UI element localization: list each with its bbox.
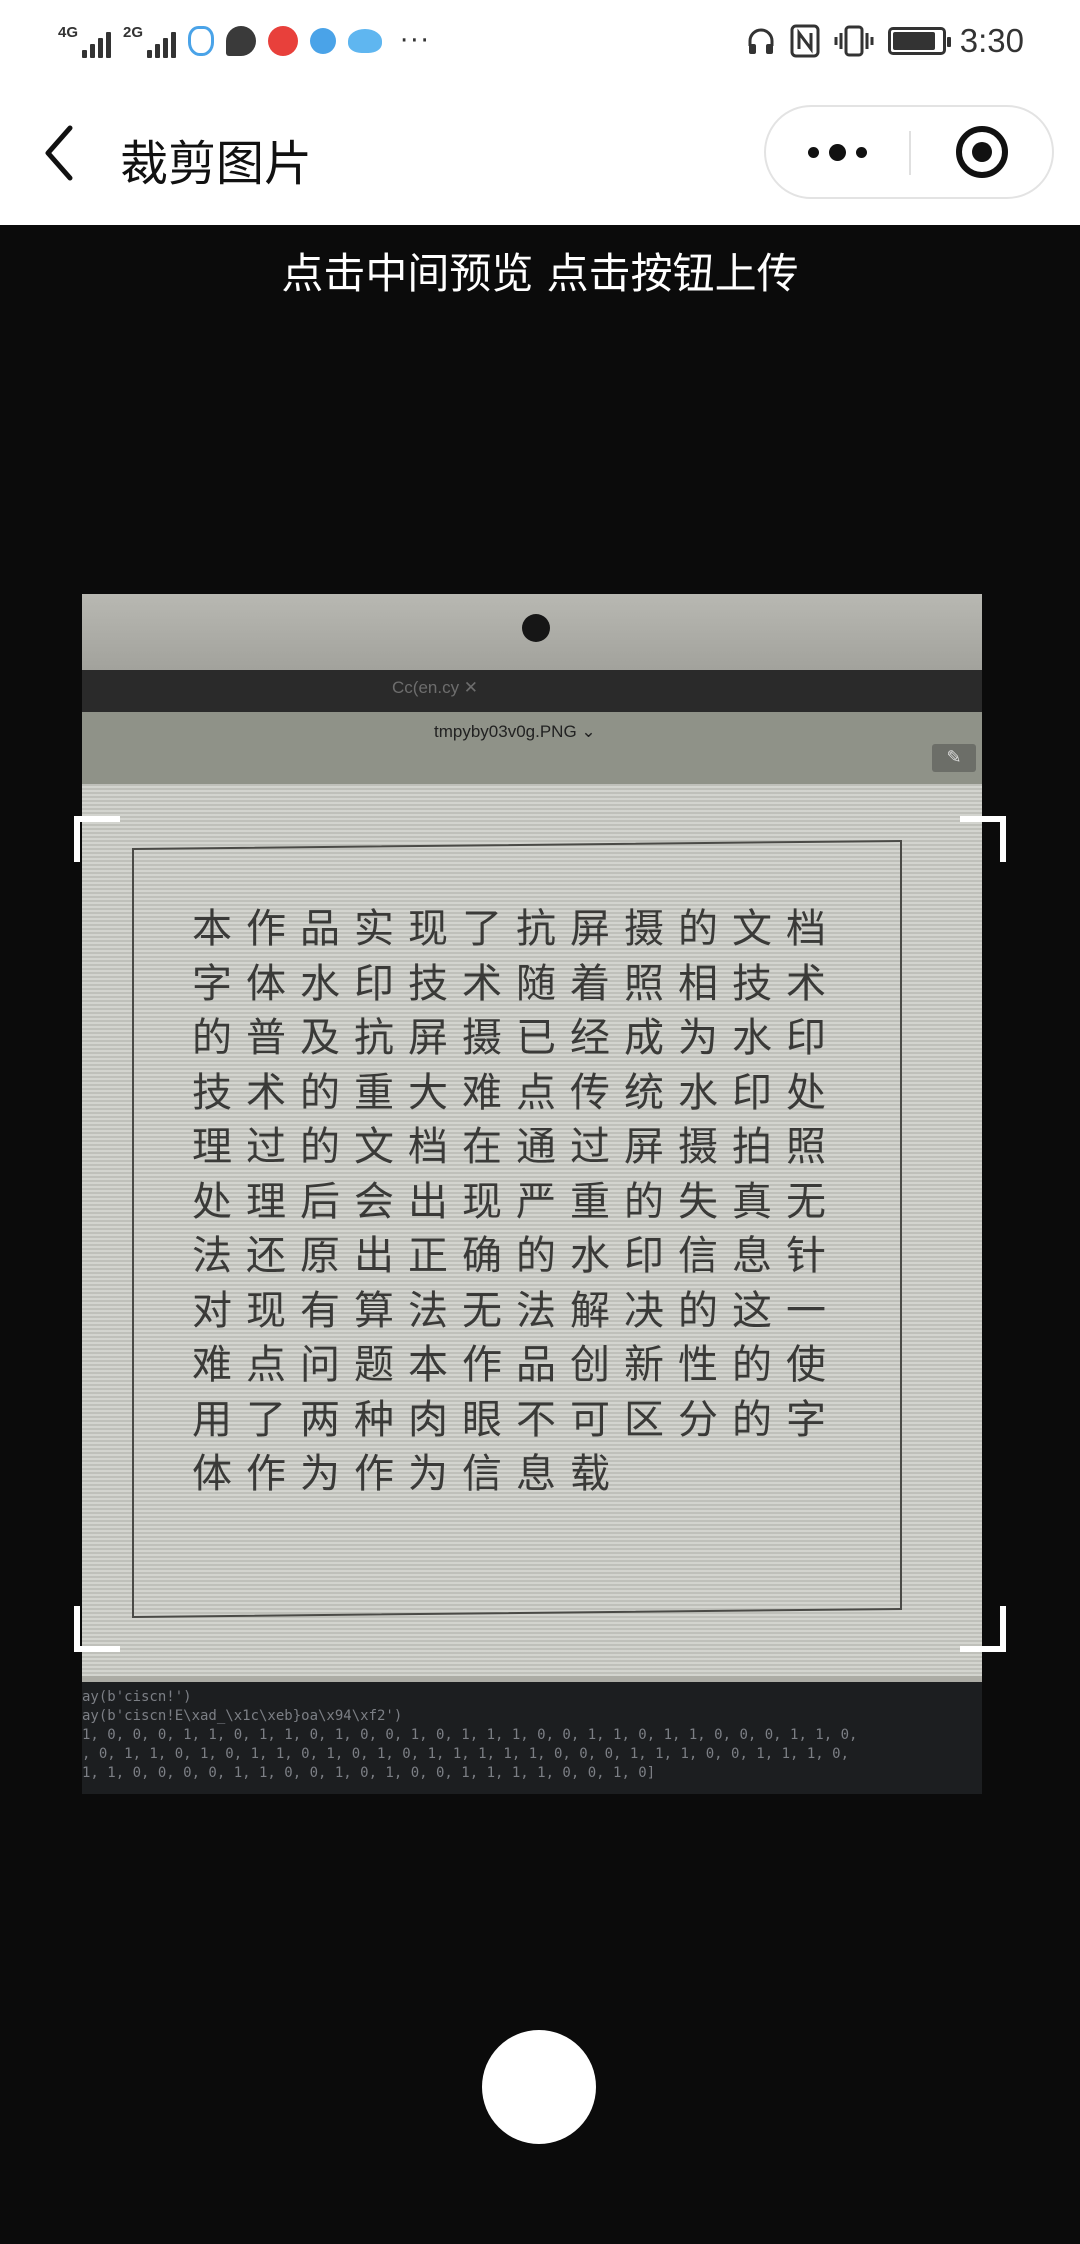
back-button[interactable]: [40, 120, 84, 186]
crop-handle-bottom-right[interactable]: [960, 1606, 1006, 1652]
instruction-text: 点击中间预览 点击按钮上传: [281, 249, 799, 298]
more-dot-icon: [828, 143, 846, 161]
network-type-1: 4G: [58, 24, 79, 41]
terminal-line: ay(b'ciscn!E\xad_\x1c\xeb}oa\x94\xf2'): [82, 1708, 403, 1724]
vibrate-icon: [834, 25, 874, 57]
qq-notification-icon: [188, 26, 214, 56]
signal-2g-icon: 2G: [123, 24, 176, 58]
crop-handle-top-right[interactable]: [960, 816, 1006, 862]
battery-icon: [887, 27, 951, 55]
file-name: tmpyby03v0g.PNG ⌄: [434, 722, 596, 741]
editor-tab-label: Cc(en.cy ✕: [392, 678, 479, 697]
message-notification-icon: [226, 26, 256, 56]
document-text: 本作品实现了抗屏摄的文档字体水印技术随着照相技术的普及抗屏摄已经成为水印技术的重…: [192, 906, 840, 1497]
page-title: 裁剪图片: [120, 136, 313, 192]
image-preview[interactable]: Cc(en.cy ✕ tmpyby03v0g.PNG ⌄ ✎ 本作品实现了抗屏摄…: [82, 594, 982, 1794]
upload-button[interactable]: [482, 2030, 596, 2144]
more-notifications-icon: ···: [400, 26, 431, 56]
terminal-line: 1, 0, 0, 0, 1, 1, 0, 1, 1, 0, 1, 0, 0, 1…: [82, 1727, 858, 1743]
more-button[interactable]: [766, 107, 908, 197]
chevron-left-icon: [45, 125, 73, 181]
close-mini-program-button[interactable]: [911, 107, 1052, 197]
cloud-app-icon: [348, 29, 382, 53]
status-bar-left: 4G 2G ···: [58, 18, 431, 64]
terminal-output: ay(b'ciscn!') ay(b'ciscn!E\xad_\x1c\xeb}…: [82, 1682, 982, 1794]
more-dot-icon: [807, 146, 819, 158]
file-title-bar: tmpyby03v0g.PNG ⌄ ✎: [82, 712, 982, 784]
status-time: 3:30: [959, 22, 1024, 59]
more-dot-icon: [855, 146, 867, 158]
terminal-line: , 0, 1, 1, 0, 1, 0, 1, 1, 0, 1, 0, 1, 0,…: [82, 1746, 850, 1762]
nav-bar: 裁剪图片: [0, 82, 1080, 225]
headphone-icon: [748, 28, 774, 54]
crop-handle-top-left[interactable]: [74, 816, 120, 862]
mini-program-capsule: [764, 105, 1054, 199]
browser-app-icon: [310, 28, 336, 54]
terminal-line: ay(b'ciscn!'): [82, 1689, 192, 1705]
status-bar: 4G 2G ··· 3:30: [0, 0, 1080, 82]
netease-music-icon: [268, 26, 298, 56]
terminal-line: 1, 1, 0, 0, 0, 0, 1, 1, 0, 0, 1, 0, 1, 0…: [82, 1765, 656, 1781]
editor-tab-bar: Cc(en.cy ✕: [82, 670, 982, 712]
photographed-screen: 本作品实现了抗屏摄的文档字体水印技术随着照相技术的普及抗屏摄已经成为水印技术的重…: [82, 784, 982, 1676]
signal-4g-icon: 4G: [58, 24, 111, 58]
laptop-bezel: [82, 594, 982, 670]
target-circle-icon: [955, 126, 1008, 178]
status-bar-right: 3:30: [746, 18, 1024, 64]
network-type-2: 2G: [123, 24, 144, 41]
crop-handle-bottom-left[interactable]: [74, 1606, 120, 1652]
nfc-icon: [790, 24, 820, 58]
pencil-icon: ✎: [932, 744, 976, 772]
webcam-icon: [522, 614, 550, 642]
